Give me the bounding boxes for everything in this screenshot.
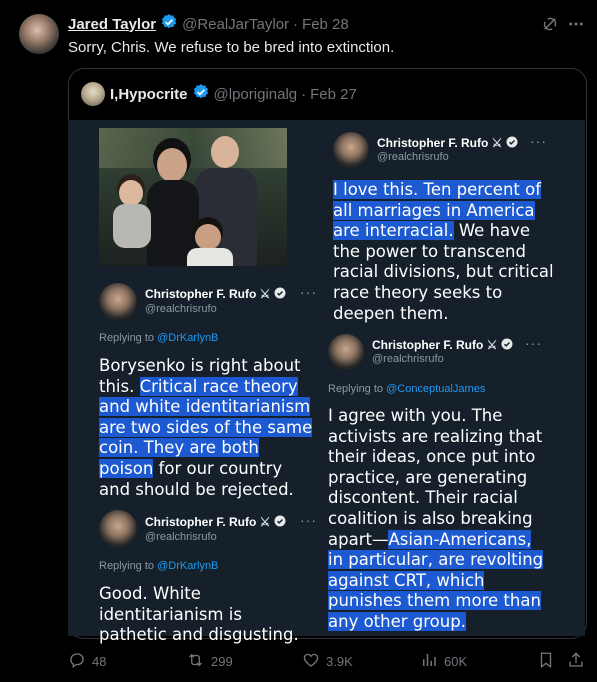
views-icon: [420, 651, 438, 672]
views-count: 60K: [444, 654, 468, 669]
tweet-text: Sorry, Chris. We refuse to be bred into …: [68, 39, 395, 56]
rufo-tweet-text: Good. White identitarianism is pathetic …: [99, 584, 299, 645]
rufo-name: Christopher F. Rufo ⚔: [377, 136, 518, 151]
repost-button[interactable]: 299: [186, 651, 233, 672]
swords-icon: ⚔: [491, 136, 503, 150]
verified-icon: [192, 83, 210, 105]
reply-count: 48: [92, 654, 107, 669]
like-button[interactable]: 3.9K: [302, 651, 353, 672]
quote-author-handle: @lporiginalg: [213, 85, 298, 103]
reply-context: Replying to @DrKarlynB: [99, 332, 219, 344]
more-icon[interactable]: [567, 15, 585, 33]
author-avatar[interactable]: [19, 14, 59, 54]
more-icon: ···: [530, 133, 547, 149]
rufo-name: Christopher F. Rufo ⚔: [145, 515, 286, 530]
quoted-image[interactable]: Christopher F. Rufo ⚔ @realchrisrufo ···…: [68, 120, 585, 644]
tweet-date[interactable]: Feb 28: [302, 16, 349, 33]
tweet-header: Jared Taylor @RealJarTaylor · Feb 28: [68, 14, 349, 34]
more-icon: ···: [300, 512, 317, 528]
bookmark-icon[interactable]: [537, 651, 555, 669]
share-icon[interactable]: [567, 651, 585, 669]
quote-author-avatar: [81, 82, 105, 106]
rufo-avatar: [99, 510, 137, 548]
swords-icon: ⚔: [486, 338, 498, 352]
swords-icon: ⚔: [259, 287, 271, 301]
separator: ·: [301, 85, 307, 103]
quote-header: I,Hypocrite @lporiginalg · Feb 27: [110, 84, 357, 104]
views-button[interactable]: 60K: [420, 651, 467, 672]
more-icon: ···: [525, 335, 542, 351]
author-handle[interactable]: @RealJarTaylor: [182, 16, 289, 33]
grok-icon[interactable]: [541, 15, 559, 33]
quote-author-name: I,Hypocrite: [110, 85, 188, 103]
repost-icon: [186, 651, 205, 672]
rufo-handle: @realchrisrufo: [377, 151, 449, 163]
like-icon: [302, 651, 320, 672]
quote-date: Feb 27: [310, 85, 357, 103]
like-count: 3.9K: [326, 654, 353, 669]
reply-icon: [68, 651, 86, 672]
rufo-handle: @realchrisrufo: [372, 353, 444, 365]
reply-context: Replying to @DrKarlynB: [99, 560, 219, 572]
rufo-name: Christopher F. Rufo ⚔: [372, 338, 513, 353]
rufo-handle: @realchrisrufo: [145, 303, 217, 315]
verified-icon: [501, 338, 513, 353]
family-photo: [99, 128, 287, 266]
rufo-avatar: [328, 334, 364, 370]
rufo-tweet-text: I love this. Ten percent of all marriage…: [333, 180, 554, 323]
reply-context: Replying to @ConceptualJames: [328, 383, 486, 395]
reply-button[interactable]: 48: [68, 651, 106, 672]
rufo-avatar: [333, 132, 369, 168]
rufo-tweet-text: I agree with you. The activists are real…: [328, 406, 544, 631]
verified-icon: [274, 515, 286, 530]
separator: ·: [293, 15, 299, 33]
repost-count: 299: [211, 654, 233, 669]
rufo-avatar: [99, 283, 137, 321]
more-icon: ···: [300, 284, 317, 300]
verified-icon: [160, 13, 178, 35]
rufo-name: Christopher F. Rufo ⚔: [145, 287, 286, 302]
swords-icon: ⚔: [259, 515, 271, 529]
rufo-handle: @realchrisrufo: [145, 531, 217, 543]
author-name[interactable]: Jared Taylor: [68, 16, 156, 33]
rufo-tweet-text: Borysenko is right about this. Critical …: [99, 356, 313, 499]
verified-icon: [274, 287, 286, 302]
verified-icon: [506, 136, 518, 151]
